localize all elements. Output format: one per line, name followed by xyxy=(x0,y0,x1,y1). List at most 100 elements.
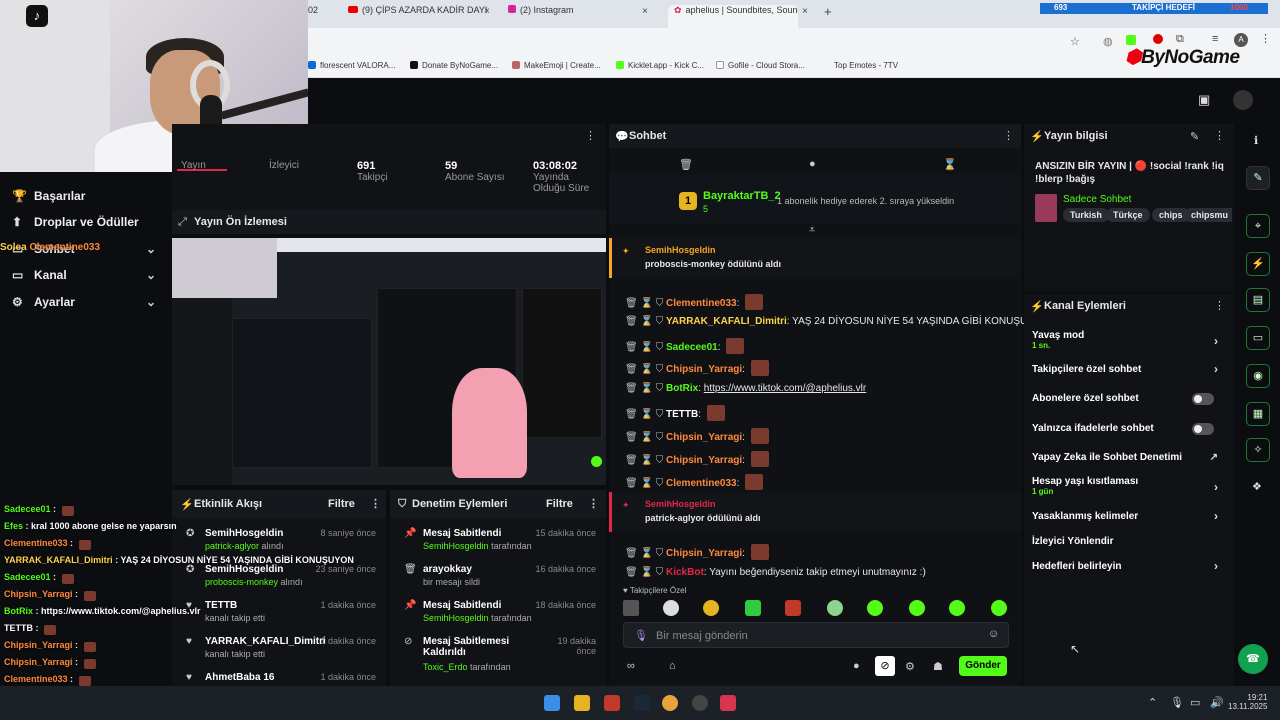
chat-message[interactable]: 🗑 ⌛ ⛉ TETTB: xyxy=(625,405,725,421)
action-set-goals[interactable]: Hedefleri belirleyin › xyxy=(1032,559,1232,573)
record-icon[interactable] xyxy=(1153,34,1163,44)
expand-icon[interactable]: ⤢ xyxy=(178,216,187,229)
toggle[interactable] xyxy=(1192,393,1214,405)
mute-icon[interactable]: ⊘ xyxy=(875,656,895,676)
mic-icon[interactable]: 🎙 xyxy=(1170,696,1184,709)
monitor-icon[interactable]: ▭ xyxy=(1190,696,1200,709)
chat-message[interactable]: 🗑 ⌛ ⛉ Clementine033: xyxy=(625,294,764,310)
more-icon[interactable]: ⋮ xyxy=(585,129,596,142)
action-account-age[interactable]: Hesap yaşı kısıtlaması 1 gün › xyxy=(1032,476,1232,496)
action-slow-mode[interactable]: Yavaş mod 1 sn. › xyxy=(1032,330,1232,350)
volume-icon[interactable]: 🔊 xyxy=(1210,696,1224,709)
screen-icon[interactable]: ▣ xyxy=(1198,92,1210,108)
hourglass-icon[interactable]: ⌛ xyxy=(943,158,957,171)
chat-message[interactable]: 🗑 ⌛ ⛉ Clementine033: xyxy=(625,474,764,490)
chat-icon[interactable]: ▭ xyxy=(1246,326,1270,350)
moderation-filter-button[interactable]: Filtre xyxy=(546,498,573,510)
action-banned-words[interactable]: Yasaklanmış kelimeler › xyxy=(1032,509,1232,523)
chat-message[interactable]: 🗑 ⌛ ⛉ Chipsin_Yarragi: xyxy=(625,544,769,560)
sidebar-item-channel[interactable]: ▭ Kanal ⌄ xyxy=(12,268,156,282)
chrome-icon[interactable] xyxy=(662,695,678,711)
steam-icon[interactable] xyxy=(634,695,650,711)
apps-icon[interactable]: ❖ xyxy=(1252,480,1262,493)
sidebar-item-achievements[interactable]: 🏆 Başarılar xyxy=(12,189,85,203)
obs-icon[interactable] xyxy=(692,695,708,711)
layout-icon[interactable]: ▦ xyxy=(1246,402,1270,426)
more-icon[interactable]: ⋮ xyxy=(1003,129,1014,142)
more-icon[interactable]: ⋮ xyxy=(1214,129,1225,142)
chat-input[interactable]: 🎙 Bir mesaj gönderin ☺ xyxy=(623,622,1009,648)
activity-filter-button[interactable]: Filtre xyxy=(328,498,355,510)
mic-icon[interactable]: 🎙 xyxy=(634,629,648,642)
star-icon[interactable]: ☆ xyxy=(1070,35,1080,48)
new-tab-button[interactable]: + xyxy=(824,4,832,19)
shield-icon[interactable]: ◍ xyxy=(1103,35,1113,48)
bookmark[interactable]: Donate ByNoGame... xyxy=(410,61,498,70)
collapse-icon[interactable]: ⩡ xyxy=(809,224,815,237)
stream-preview[interactable] xyxy=(172,238,606,485)
tab-soundbites[interactable]: ✿ aphelius | Soundbites, Sounds xyxy=(668,5,798,28)
chat-bubble-icon[interactable]: ● xyxy=(809,158,816,170)
emoji-icon[interactable]: ☺ xyxy=(988,628,999,640)
edit-icon[interactable]: ✎ xyxy=(1246,166,1270,190)
toggle[interactable] xyxy=(1192,423,1214,435)
chat-message[interactable]: 🗑 ⌛ ⛉ YARRAK_KAFALI_Dimitri: YAŞ 24 DİYO… xyxy=(625,316,1049,327)
bookmark[interactable]: florescent VALORA... xyxy=(308,61,395,70)
chat-message[interactable]: 🗑 ⌛ ⛉ Chipsin_Yarragi: xyxy=(625,360,769,376)
tab-youtube[interactable]: (9) ÇİPS AZARDA KADİR DAYI xyxy=(348,5,498,23)
list-icon[interactable]: ▤ xyxy=(1246,288,1270,312)
app-icon[interactable] xyxy=(604,695,620,711)
chat-bubble-icon[interactable]: ● xyxy=(853,660,860,672)
info-icon[interactable]: ℹ xyxy=(1254,134,1258,147)
clock[interactable]: 19:21 13.11.2025 xyxy=(1228,693,1267,711)
more-icon[interactable]: ⋮ xyxy=(1214,299,1225,312)
action-redirect-viewers[interactable]: İzleyici Yönlendir xyxy=(1032,536,1232,547)
send-button[interactable]: Gönder xyxy=(959,656,1007,676)
action-followers-only[interactable]: Takipçilere özel sohbet › xyxy=(1032,362,1232,376)
menu-icon[interactable]: ⋮ xyxy=(1260,32,1271,45)
list-icon[interactable]: ≡ xyxy=(1212,33,1218,45)
close-icon[interactable]: × xyxy=(484,6,490,17)
target-icon[interactable]: ⌖ xyxy=(1246,214,1270,238)
sidebar-item-settings[interactable]: ⚙ Ayarlar ⌄ xyxy=(12,295,156,309)
more-icon[interactable]: ⋮ xyxy=(588,497,599,510)
avatar[interactable] xyxy=(1233,90,1253,110)
valorant-icon[interactable] xyxy=(720,695,736,711)
bookmark[interactable]: Kicklet.app - Kick C... xyxy=(616,61,704,70)
support-icon[interactable]: ☎ xyxy=(1238,644,1268,674)
tab-fragment[interactable]: 02 xyxy=(308,5,322,23)
puzzle-icon[interactable]: ⧉ xyxy=(1176,33,1184,46)
edit-icon[interactable]: ✎ xyxy=(1190,130,1199,143)
sidebar-item-drops[interactable]: ⬆ Droplar ve Ödüller xyxy=(12,215,139,229)
emote-bar[interactable] xyxy=(623,600,1013,618)
tab-instagram[interactable]: (2) Instagram xyxy=(508,5,638,23)
chat-message[interactable]: 🗑 ⌛ ⛉ Chipsin_Yarragi: xyxy=(625,451,769,467)
tray-arrow-icon[interactable]: ⌃ xyxy=(1148,696,1157,709)
windows-start-icon[interactable] xyxy=(544,695,560,711)
close-icon[interactable]: × xyxy=(642,6,648,17)
bolt-icon[interactable]: ⚡ xyxy=(1246,252,1270,276)
folder-icon[interactable] xyxy=(574,695,590,711)
gear-icon[interactable]: ⚙ xyxy=(905,660,915,673)
broadcast-icon[interactable]: ◉ xyxy=(1246,364,1270,388)
bookmark[interactable]: MakeEmoji | Create... xyxy=(512,61,601,70)
profile-avatar[interactable]: A xyxy=(1234,33,1248,47)
bookmark[interactable]: Gofile - Cloud Stora... xyxy=(716,61,805,70)
chat-message[interactable]: 🗑 ⌛ ⛉ KickBot: Yayını beğendiyseniz taki… xyxy=(625,567,926,578)
chat-message[interactable]: 🗑 ⌛ ⛉ Sadecee01: xyxy=(625,338,745,354)
category-link[interactable]: Sadece Sohbet xyxy=(1063,194,1131,205)
more-icon[interactable]: ⋮ xyxy=(370,497,381,510)
chat-message[interactable]: 🗑 ⌛ ⛉ BotRix: https://www.tiktok.com/@ap… xyxy=(625,383,866,394)
wrench-icon[interactable]: ✧ xyxy=(1246,438,1270,462)
close-icon[interactable]: × xyxy=(802,6,808,17)
extension-icon[interactable] xyxy=(1126,35,1136,45)
action-emotes-only[interactable]: Yalnızca ifadelerle sohbet xyxy=(1032,423,1232,435)
emote-picker-icon[interactable]: ∞ xyxy=(627,660,635,672)
store-icon[interactable]: ⌂ xyxy=(669,660,676,672)
action-ai-moderation[interactable]: Yapay Zeka ile Sohbet Denetimi ↗ xyxy=(1032,452,1232,463)
bookmark[interactable]: Top Emotes - 7TV xyxy=(834,61,898,70)
action-subscribers-only[interactable]: Abonelere özel sohbet xyxy=(1032,393,1232,405)
chat-message[interactable]: 🗑 ⌛ ⛉ Chipsin_Yarragi: xyxy=(625,428,769,444)
trash-icon[interactable]: 🗑 xyxy=(679,158,693,171)
bot-icon[interactable]: ☗ xyxy=(933,660,943,673)
